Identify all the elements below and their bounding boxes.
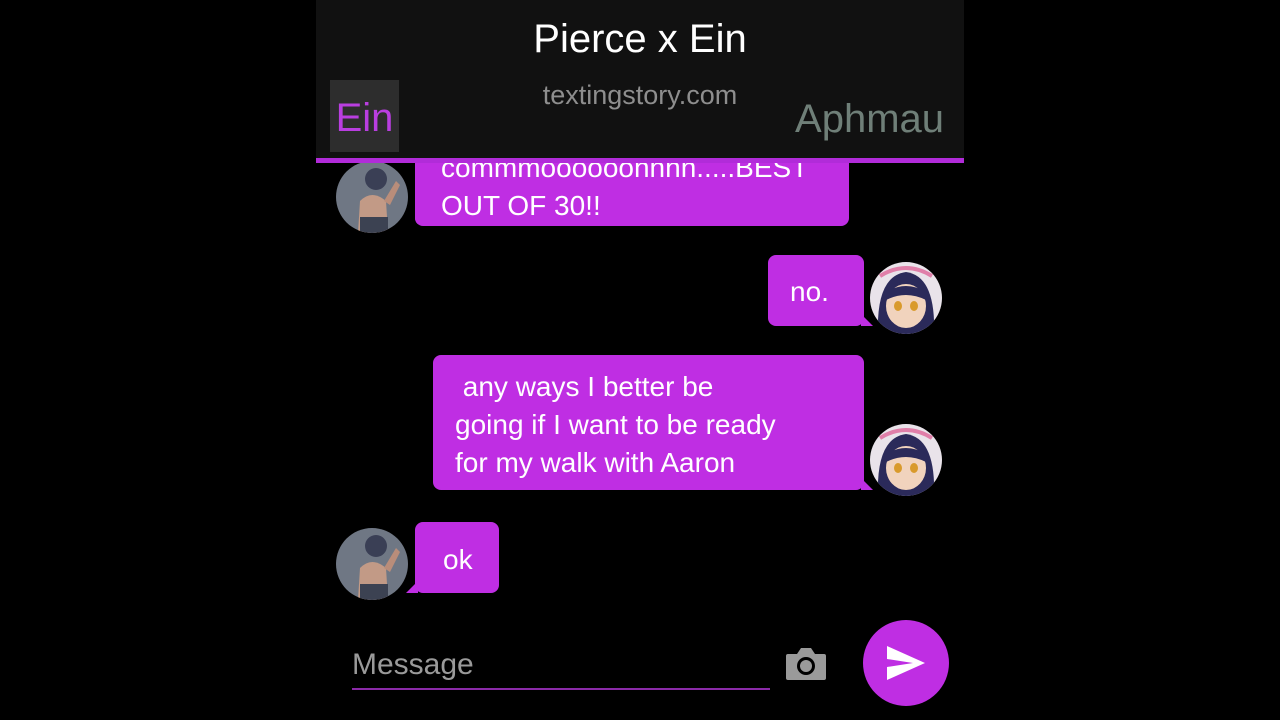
message-bubble: any ways I better be going if I want to …: [433, 355, 873, 490]
ein-avatar: [336, 528, 408, 600]
aphmau-avatar: [870, 262, 942, 334]
chat-title: Pierce x Ein: [533, 17, 747, 61]
send-button[interactable]: [863, 620, 949, 706]
message-input[interactable]: Message: [352, 640, 770, 690]
aphmau-avatar: [870, 424, 942, 496]
chat-header: Pierce x Ein textingstory.com Ein Aphmau: [316, 0, 964, 163]
tab-aphmau[interactable]: Aphmau: [795, 94, 944, 144]
message-bubble: ok: [406, 522, 499, 593]
send-icon: [887, 646, 925, 680]
ein-avatar: [336, 161, 408, 233]
tab-ein[interactable]: Ein: [330, 80, 399, 152]
chat-screen: commmoooooohhhh.....BEST OUT OF 30!! no.…: [316, 0, 964, 720]
message-bubble: no.: [768, 255, 873, 326]
camera-icon[interactable]: [784, 644, 828, 684]
